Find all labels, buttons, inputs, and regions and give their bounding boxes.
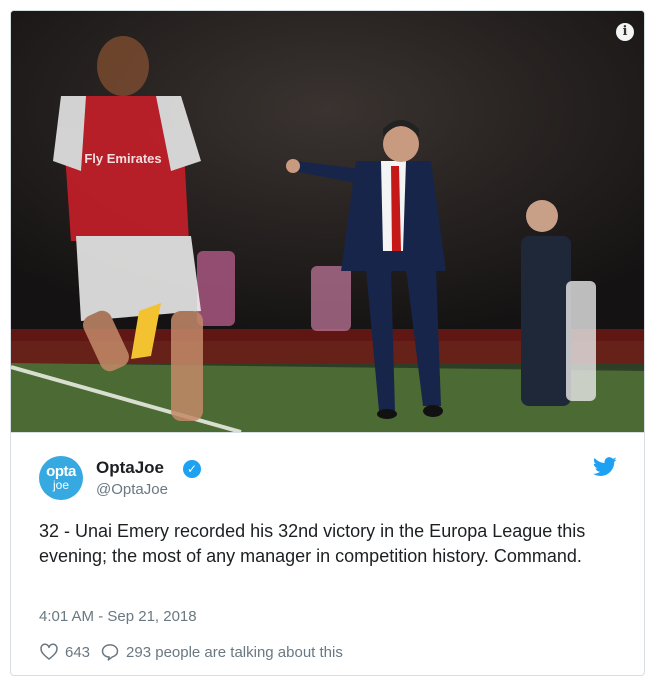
heart-icon (40, 643, 58, 660)
avatar-text-joe: joe (52, 478, 69, 492)
verified-badge-icon: ✓ (183, 460, 201, 478)
like-count: 643 (65, 643, 91, 661)
avatar[interactable]: opta joe (39, 456, 83, 500)
substitute-figure (197, 251, 235, 326)
manager-hand (286, 159, 300, 173)
staff-figure (566, 281, 596, 401)
substitute-figure (311, 266, 351, 331)
stadium-scene: Fly Emirates (11, 11, 644, 432)
twitter-bird-icon[interactable] (593, 457, 617, 477)
tweet-actions: 643 293 people are talking about this (39, 641, 343, 663)
speech-bubble-icon (101, 644, 119, 661)
shirt-sponsor-text: Fly Emirates (84, 151, 161, 166)
tweet-embed-card: Fly Emirates i opta joe OptaJoe ✓ @OptaJ… (10, 10, 645, 676)
avatar-text-opta: opta (46, 463, 76, 480)
tweet-timestamp[interactable]: 4:01 AM - Sep 21, 2018 (39, 608, 197, 625)
manager-shoe (423, 405, 443, 417)
display-name[interactable]: OptaJoe (96, 458, 164, 478)
talking-count: 293 people are talking about this (126, 643, 343, 661)
tweet-photo[interactable]: Fly Emirates i (11, 11, 644, 432)
assistant-coach-head (526, 200, 558, 232)
assistant-coach-figure (521, 236, 571, 406)
like-button[interactable]: 643 (39, 642, 90, 662)
manager-head (383, 126, 419, 162)
divider (11, 432, 644, 433)
tweet-text: 32 - Unai Emery recorded his 32nd victor… (39, 521, 586, 566)
user-handle[interactable]: @OptaJoe (96, 481, 168, 498)
manager-shoe (377, 409, 397, 419)
reply-button[interactable]: 293 people are talking about this (100, 642, 343, 662)
info-icon[interactable]: i (616, 23, 634, 41)
